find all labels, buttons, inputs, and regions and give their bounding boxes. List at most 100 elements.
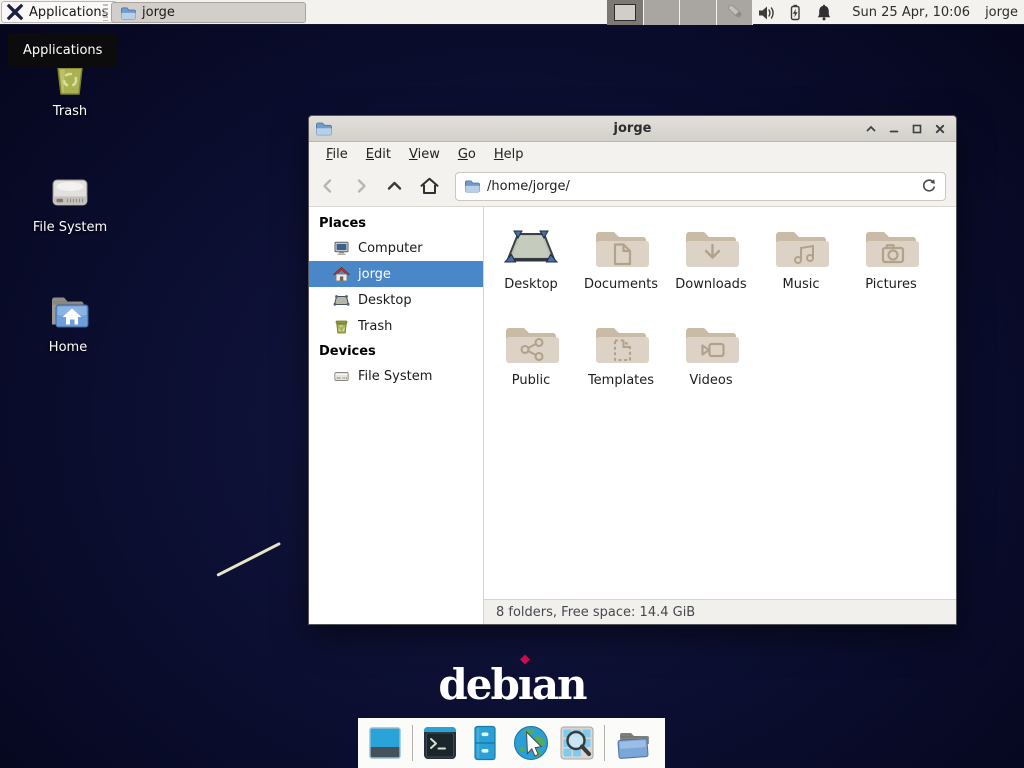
desktop-pad-icon: [503, 221, 559, 271]
menu-help[interactable]: Help: [485, 144, 533, 165]
folder-icon: [120, 5, 136, 21]
sidebar-item-desktop[interactable]: Desktop: [309, 287, 483, 313]
file-manager-window: jorge File Edit View Go Help: [308, 115, 957, 625]
dock: [358, 718, 665, 768]
show-desktop-icon[interactable]: [367, 725, 403, 761]
download-folder-icon: [683, 221, 739, 271]
file-item-pictures[interactable]: Pictures: [847, 221, 935, 317]
sidebar-item-label: Desktop: [358, 293, 412, 308]
home-red-icon: [333, 266, 350, 283]
workspace-1[interactable]: [607, 0, 644, 25]
shade-button[interactable]: [864, 122, 878, 136]
applications-menu-button[interactable]: Applications: [1, 1, 117, 23]
maximize-button[interactable]: [910, 122, 924, 136]
file-label: Templates: [588, 373, 654, 388]
file-label: Public: [512, 373, 550, 388]
path-folder-icon: [464, 178, 480, 194]
drive-icon: [47, 172, 93, 214]
file-label: Music: [783, 277, 820, 292]
workspace-2[interactable]: [644, 0, 681, 25]
system-tray: Sun 25 Apr, 10:06 jorge: [726, 0, 1024, 25]
sidebar: Places Computer jorge Desktop: [309, 207, 484, 624]
forward-icon[interactable]: [352, 177, 370, 195]
file-item-downloads[interactable]: Downloads: [667, 221, 755, 317]
statusbar: 8 folders, Free space: 14.4 GiB: [484, 599, 956, 624]
back-icon[interactable]: [319, 177, 337, 195]
logo-text-pre: deb: [438, 660, 517, 709]
dock-separator: [412, 725, 413, 761]
sidebar-item-jorge[interactable]: jorge: [309, 261, 483, 287]
path-entry[interactable]: /home/jorge/: [455, 172, 946, 201]
taskbar-window-label: jorge: [142, 5, 175, 20]
window-titlebar[interactable]: jorge: [309, 116, 956, 142]
battery-charging-icon[interactable]: [786, 4, 804, 22]
video-folder-icon: [683, 317, 739, 367]
clipman-pen-icon[interactable]: [726, 3, 746, 23]
desktop-icon-label: Trash: [53, 104, 87, 119]
desktop-icon-label: Home: [49, 340, 87, 355]
close-button[interactable]: [933, 122, 947, 136]
taskbar-window-button[interactable]: jorge: [111, 2, 306, 23]
menu-edit[interactable]: Edit: [357, 144, 400, 165]
menu-go[interactable]: Go: [449, 144, 485, 165]
file-label: Desktop: [504, 277, 558, 292]
xfce-logo-icon: [6, 3, 24, 21]
reload-icon[interactable]: [921, 178, 937, 194]
menu-view[interactable]: View: [400, 144, 449, 165]
sidebar-item-label: Computer: [358, 241, 423, 256]
file-label: Pictures: [865, 277, 916, 292]
desktop-icon-home[interactable]: Home: [20, 290, 116, 355]
file-item-public[interactable]: Public: [487, 317, 575, 413]
home-icon[interactable]: [419, 176, 440, 196]
file-item-templates[interactable]: Templates: [577, 317, 665, 413]
up-icon[interactable]: [385, 177, 404, 195]
file-label: Videos: [689, 373, 732, 388]
panel-username[interactable]: jorge: [985, 5, 1018, 20]
volume-icon[interactable]: [757, 4, 775, 22]
sidebar-item-label: Trash: [358, 319, 392, 334]
desktop-icon-label: File System: [33, 220, 107, 235]
notifications-bell-icon[interactable]: [815, 4, 833, 22]
computer-icon: [333, 240, 350, 257]
directory-menu-icon[interactable]: [614, 725, 652, 761]
workspace-window-preview: [614, 4, 636, 21]
sidebar-item-computer[interactable]: Computer: [309, 235, 483, 261]
path-value[interactable]: /home/jorge/: [487, 179, 914, 194]
terminal-icon[interactable]: [422, 725, 458, 761]
desktop-icon-filesystem[interactable]: File System: [22, 172, 118, 235]
sidebar-header-devices: Devices: [309, 339, 483, 363]
desktop-mini-icon: [333, 292, 350, 309]
applications-tooltip: Applications: [8, 33, 117, 68]
sidebar-item-label: jorge: [358, 267, 391, 282]
top-panel: Applications jorge Sun 25 Apr, 10:06 jor…: [0, 0, 1024, 25]
debian-wallpaper-logo: debıan: [0, 660, 1024, 709]
workspace-3[interactable]: [680, 0, 717, 25]
file-grid: Desktop Documents: [484, 207, 956, 599]
sidebar-item-filesystem[interactable]: File System: [309, 363, 483, 389]
sidebar-header-places: Places: [309, 211, 483, 235]
panel-clock[interactable]: Sun 25 Apr, 10:06: [852, 5, 970, 20]
file-item-music[interactable]: Music: [757, 221, 845, 317]
file-label: Documents: [584, 277, 658, 292]
share-folder-icon: [503, 317, 559, 367]
tasklist-handle[interactable]: [103, 4, 108, 21]
trash-mini-icon: [333, 318, 350, 335]
applications-menu-label: Applications: [29, 5, 108, 20]
sidebar-item-trash[interactable]: Trash: [309, 313, 483, 339]
web-browser-icon[interactable]: [512, 724, 550, 762]
file-item-documents[interactable]: Documents: [577, 221, 665, 317]
file-item-desktop[interactable]: Desktop: [487, 221, 575, 317]
document-folder-icon: [593, 221, 649, 271]
toolbar: /home/jorge/: [309, 166, 956, 207]
window-title: jorge: [309, 121, 956, 136]
menu-file[interactable]: File: [317, 144, 357, 165]
logo-text-post: an: [532, 660, 586, 709]
file-manager-icon[interactable]: [467, 725, 503, 761]
template-folder-icon: [593, 317, 649, 367]
logo-dotless-i: ı: [518, 660, 532, 709]
minimize-button[interactable]: [887, 122, 901, 136]
application-finder-icon[interactable]: [559, 725, 595, 761]
camera-folder-icon: [863, 221, 919, 271]
file-item-videos[interactable]: Videos: [667, 317, 755, 413]
menubar: File Edit View Go Help: [309, 142, 956, 166]
